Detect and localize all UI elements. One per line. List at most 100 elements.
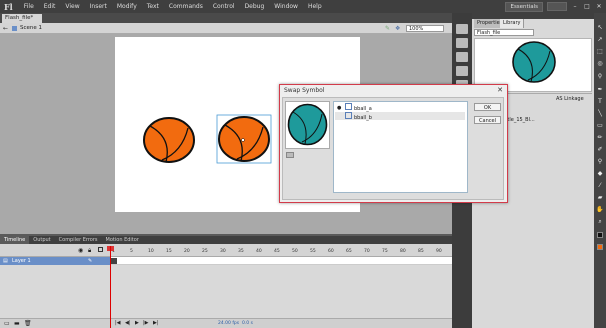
- frame-number: 75: [382, 249, 388, 254]
- minimize-icon[interactable]: –: [571, 3, 579, 10]
- menu-modify[interactable]: Modify: [112, 3, 142, 10]
- frame-number: 70: [364, 249, 370, 254]
- dialog-title: Swap Symbol: [284, 87, 325, 94]
- search-input[interactable]: [547, 2, 567, 11]
- rectangle-tool-icon[interactable]: ▭: [596, 122, 604, 129]
- line-tool-icon[interactable]: ╲: [596, 110, 604, 117]
- menu-debug[interactable]: Debug: [240, 3, 270, 10]
- tab-compiler-errors[interactable]: Compiler Errors: [55, 236, 102, 244]
- library-preview-ball: [512, 41, 556, 83]
- workspace-switcher[interactable]: Essentials: [505, 1, 543, 12]
- layer-row[interactable]: Layer 1: [0, 257, 110, 265]
- fill-color-swatch[interactable]: [597, 244, 603, 250]
- frame-number: 80: [400, 249, 406, 254]
- paint-bucket-tool-icon[interactable]: ◆: [596, 170, 604, 177]
- step-back-icon[interactable]: ◀|: [125, 320, 131, 326]
- lasso-tool-icon[interactable]: ϙ: [596, 72, 604, 79]
- frame-number: 60: [328, 249, 334, 254]
- brush-tool-icon[interactable]: ✐: [596, 146, 604, 153]
- cancel-button[interactable]: Cancel: [474, 116, 501, 124]
- color-icon[interactable]: [456, 24, 468, 34]
- pencil-tool-icon[interactable]: ✏: [596, 134, 604, 141]
- eyedropper-tool-icon[interactable]: ⁄: [596, 182, 604, 189]
- play-icon[interactable]: ▶: [135, 320, 139, 326]
- lock-icon[interactable]: 🔒︎: [88, 247, 91, 255]
- align-icon[interactable]: [456, 52, 468, 62]
- stroke-color-swatch[interactable]: [597, 232, 603, 238]
- tab-output[interactable]: Output: [29, 236, 54, 244]
- menu-insert[interactable]: Insert: [85, 3, 112, 10]
- layer-frames[interactable]: [110, 257, 452, 265]
- zoom-tool-icon[interactable]: ⌕: [596, 218, 604, 225]
- document-tab[interactable]: Flash_file*: [2, 14, 42, 23]
- close-icon[interactable]: ✕: [497, 86, 503, 94]
- frame-number: 50: [292, 249, 298, 254]
- selection-tool-icon[interactable]: ↖: [596, 24, 604, 31]
- frame-number: 20: [184, 249, 190, 254]
- edit-symbol-icon[interactable]: ❖: [395, 25, 400, 32]
- new-folder-icon[interactable]: ▬: [14, 320, 20, 327]
- eye-icon[interactable]: ◉: [78, 247, 83, 254]
- info-icon[interactable]: [456, 66, 468, 76]
- time-display[interactable]: 0.0 s: [242, 321, 253, 326]
- symbol-list-item[interactable]: bball_a: [335, 103, 465, 112]
- scene-label: Scene 1: [20, 25, 43, 31]
- ok-button[interactable]: OK: [474, 103, 501, 111]
- delete-layer-icon[interactable]: 🗑︎: [24, 320, 32, 327]
- menu-view[interactable]: View: [60, 3, 84, 10]
- symbol-name: bball_b: [354, 115, 372, 121]
- duplicate-symbol-icon[interactable]: [286, 152, 294, 158]
- frame-number: 40: [256, 249, 262, 254]
- step-forward-icon[interactable]: |▶: [143, 320, 149, 326]
- subselection-tool-icon[interactable]: ↗: [596, 36, 604, 43]
- frame-number: 55: [310, 249, 316, 254]
- frame-number: 25: [202, 249, 208, 254]
- swatches-icon[interactable]: [456, 38, 468, 48]
- tab-motion-editor[interactable]: Motion Editor: [102, 236, 143, 244]
- fps-display[interactable]: 24.00 fps: [218, 321, 239, 326]
- go-to-first-icon[interactable]: |◀: [115, 320, 121, 326]
- edit-scene-icon[interactable]: ✎: [385, 25, 390, 32]
- go-to-last-icon[interactable]: ▶|: [153, 320, 159, 326]
- zoom-select[interactable]: 100%: [406, 25, 444, 32]
- timeline-tab-bar: Timeline Output Compiler Errors Motion E…: [0, 236, 452, 244]
- frame-number: 45: [274, 249, 280, 254]
- menu-help[interactable]: Help: [303, 3, 327, 10]
- close-icon[interactable]: ✕: [595, 3, 603, 10]
- outline-icon[interactable]: [98, 247, 103, 252]
- frame-number: 5: [130, 249, 133, 254]
- menu-bar: Fl File Edit View Insert Modify Text Com…: [0, 0, 606, 13]
- new-layer-icon[interactable]: ▭: [4, 320, 10, 327]
- menu-text[interactable]: Text: [142, 3, 164, 10]
- basketball-symbol-1[interactable]: [142, 116, 196, 164]
- playhead[interactable]: [110, 246, 111, 328]
- movieclip-icon: [345, 112, 352, 119]
- linkage-column-header[interactable]: AS Linkage: [556, 96, 594, 103]
- bone-tool-icon[interactable]: ⚲: [596, 158, 604, 165]
- maximize-icon[interactable]: □: [583, 3, 591, 10]
- pen-tool-icon[interactable]: ✒: [596, 86, 604, 93]
- frame-number: 10: [148, 249, 154, 254]
- free-transform-tool-icon[interactable]: ⬚: [596, 48, 604, 55]
- tab-library[interactable]: Library: [500, 19, 525, 28]
- eraser-tool-icon[interactable]: ▰: [596, 194, 604, 201]
- menu-window[interactable]: Window: [269, 3, 303, 10]
- hand-tool-icon[interactable]: ✋: [596, 206, 604, 213]
- keyframe[interactable]: [111, 258, 117, 264]
- menu-control[interactable]: Control: [208, 3, 240, 10]
- tab-timeline[interactable]: Timeline: [0, 236, 30, 244]
- frame-number: 15: [166, 249, 172, 254]
- document-tab-bar: [0, 13, 452, 23]
- symbol-list-item-selected[interactable]: bball_b: [335, 112, 465, 121]
- movieclip-icon: [345, 103, 352, 110]
- app-logo: Fl: [4, 1, 13, 12]
- 3d-rotation-tool-icon[interactable]: ◎: [596, 60, 604, 67]
- scene-icon: [12, 26, 17, 31]
- menu-file[interactable]: File: [19, 3, 39, 10]
- text-tool-icon[interactable]: T: [596, 98, 604, 105]
- library-document-select[interactable]: Flash_file: [474, 29, 534, 36]
- basketball-symbol-2[interactable]: [216, 114, 272, 164]
- back-arrow-icon[interactable]: ←: [3, 25, 8, 32]
- menu-commands[interactable]: Commands: [164, 3, 208, 10]
- menu-edit[interactable]: Edit: [39, 3, 61, 10]
